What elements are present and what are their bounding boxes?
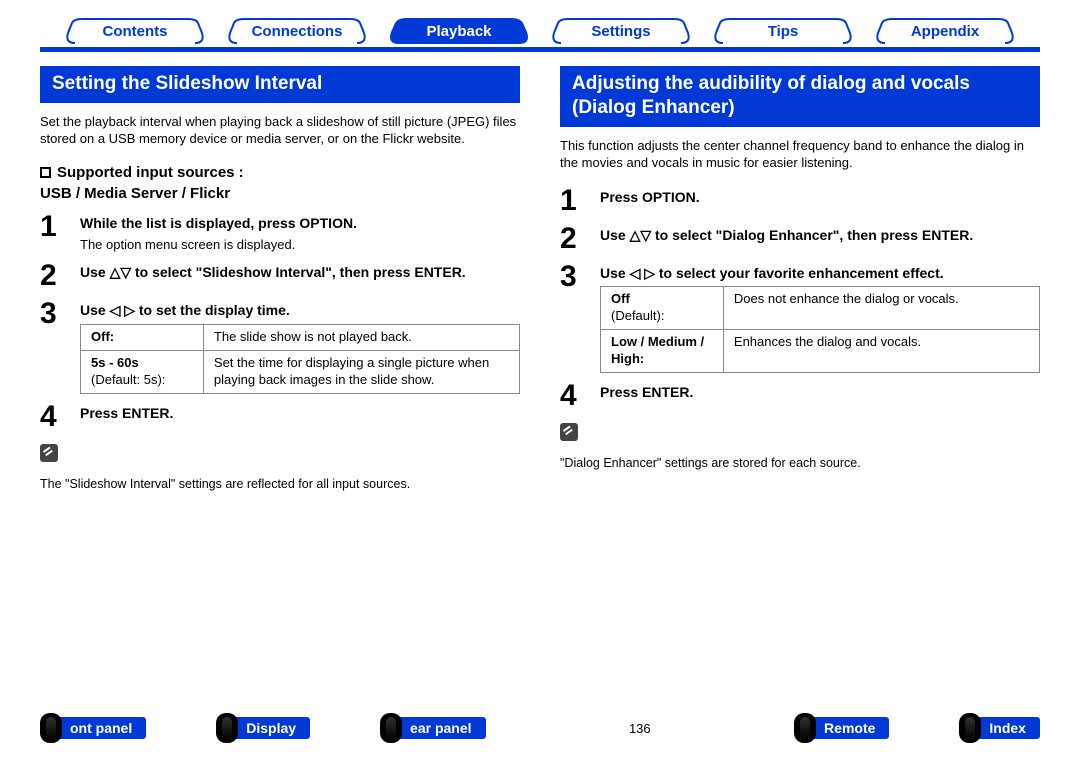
tab-playback[interactable]: Playback <box>384 18 534 44</box>
section-title-left: Setting the Slideshow Interval <box>40 66 520 103</box>
nav-index[interactable]: Index <box>959 713 1040 743</box>
top-nav-tabs: Contents Connections Playback Settings T… <box>40 18 1040 44</box>
step-body-text: The option menu screen is displayed. <box>80 236 520 254</box>
step-number: 2 <box>560 224 584 254</box>
step-4: 4 Press ENTER. <box>40 402 520 432</box>
pencil-note-icon <box>40 444 58 462</box>
remote-icon <box>959 713 981 743</box>
table-row: Off: The slide show is not played back. <box>81 325 520 351</box>
step-number: 3 <box>40 299 64 394</box>
nav-rear-panel[interactable]: ear panel <box>380 713 485 743</box>
step-title: Use ◁ ▷ to select your favorite enhancem… <box>600 264 1040 283</box>
tab-tips[interactable]: Tips <box>708 18 858 44</box>
pencil-note-icon <box>560 423 578 441</box>
tab-connections[interactable]: Connections <box>222 18 372 44</box>
manual-page: Contents Connections Playback Settings T… <box>0 0 1080 493</box>
tab-settings[interactable]: Settings <box>546 18 696 44</box>
table-row: 5s - 60s(Default: 5s): Set the time for … <box>81 351 520 394</box>
page-number: 136 <box>629 721 651 736</box>
remote-icon <box>40 713 62 743</box>
nav-remote[interactable]: Remote <box>794 713 889 743</box>
step-2: 2 Use △▽ to select "Slideshow Interval",… <box>40 261 520 291</box>
bottom-nav: ont panel Display ear panel 136 Remote I… <box>40 713 1040 743</box>
square-bullet-icon <box>40 167 51 178</box>
step-number: 3 <box>560 262 584 373</box>
tab-appendix[interactable]: Appendix <box>870 18 1020 44</box>
step-3: 3 Use ◁ ▷ to select your favorite enhanc… <box>560 262 1040 373</box>
note-text-right: "Dialog Enhancer" settings are stored fo… <box>560 455 1040 473</box>
left-column: Setting the Slideshow Interval Set the p… <box>40 66 520 493</box>
step-4: 4 Press ENTER. <box>560 381 1040 411</box>
options-table-left: Off: The slide show is not played back. … <box>80 324 520 394</box>
step-title: Use △▽ to select "Slideshow Interval", t… <box>80 263 520 282</box>
tab-contents[interactable]: Contents <box>60 18 210 44</box>
step-number: 1 <box>560 186 584 216</box>
steps-right: 1 Press OPTION. 2 Use △▽ to select "Dial… <box>560 186 1040 411</box>
step-number: 4 <box>40 402 64 432</box>
tab-label: Contents <box>103 23 168 40</box>
step-title: Press OPTION. <box>600 188 1040 207</box>
table-row: Low / Medium / High: Enhances the dialog… <box>601 330 1040 373</box>
step-1: 1 While the list is displayed, press OPT… <box>40 212 520 253</box>
step-number: 1 <box>40 212 64 253</box>
step-2: 2 Use △▽ to select "Dialog Enhancer", th… <box>560 224 1040 254</box>
intro-right: This function adjusts the center channel… <box>560 137 1040 172</box>
nav-underline <box>40 47 1040 52</box>
step-title: Press ENTER. <box>80 404 520 423</box>
note-text-left: The "Slideshow Interval" settings are re… <box>40 476 520 494</box>
step-title: Use ◁ ▷ to set the display time. <box>80 301 520 320</box>
nav-front-panel[interactable]: ont panel <box>40 713 146 743</box>
tab-label: Playback <box>426 23 491 40</box>
remote-icon <box>380 713 402 743</box>
supported-sources-heading: Supported input sources : USB / Media Se… <box>40 162 520 204</box>
table-row: Off(Default): Does not enhance the dialo… <box>601 287 1040 330</box>
step-1: 1 Press OPTION. <box>560 186 1040 216</box>
remote-icon <box>794 713 816 743</box>
step-number: 2 <box>40 261 64 291</box>
content-columns: Setting the Slideshow Interval Set the p… <box>40 66 1040 493</box>
right-column: Adjusting the audibility of dialog and v… <box>560 66 1040 493</box>
steps-left: 1 While the list is displayed, press OPT… <box>40 212 520 432</box>
remote-icon <box>216 713 238 743</box>
section-title-right: Adjusting the audibility of dialog and v… <box>560 66 1040 127</box>
tab-label: Connections <box>252 23 343 40</box>
tab-label: Settings <box>591 23 650 40</box>
options-table-right: Off(Default): Does not enhance the dialo… <box>600 286 1040 373</box>
step-number: 4 <box>560 381 584 411</box>
intro-left: Set the playback interval when playing b… <box>40 113 520 148</box>
step-title: Press ENTER. <box>600 383 1040 402</box>
note-right <box>560 423 1040 441</box>
tab-label: Appendix <box>911 23 979 40</box>
step-3: 3 Use ◁ ▷ to set the display time. Off: … <box>40 299 520 394</box>
step-title: While the list is displayed, press OPTIO… <box>80 214 520 233</box>
tab-label: Tips <box>768 23 799 40</box>
note-left <box>40 444 520 462</box>
nav-display[interactable]: Display <box>216 713 310 743</box>
step-title: Use △▽ to select "Dialog Enhancer", then… <box>600 226 1040 245</box>
